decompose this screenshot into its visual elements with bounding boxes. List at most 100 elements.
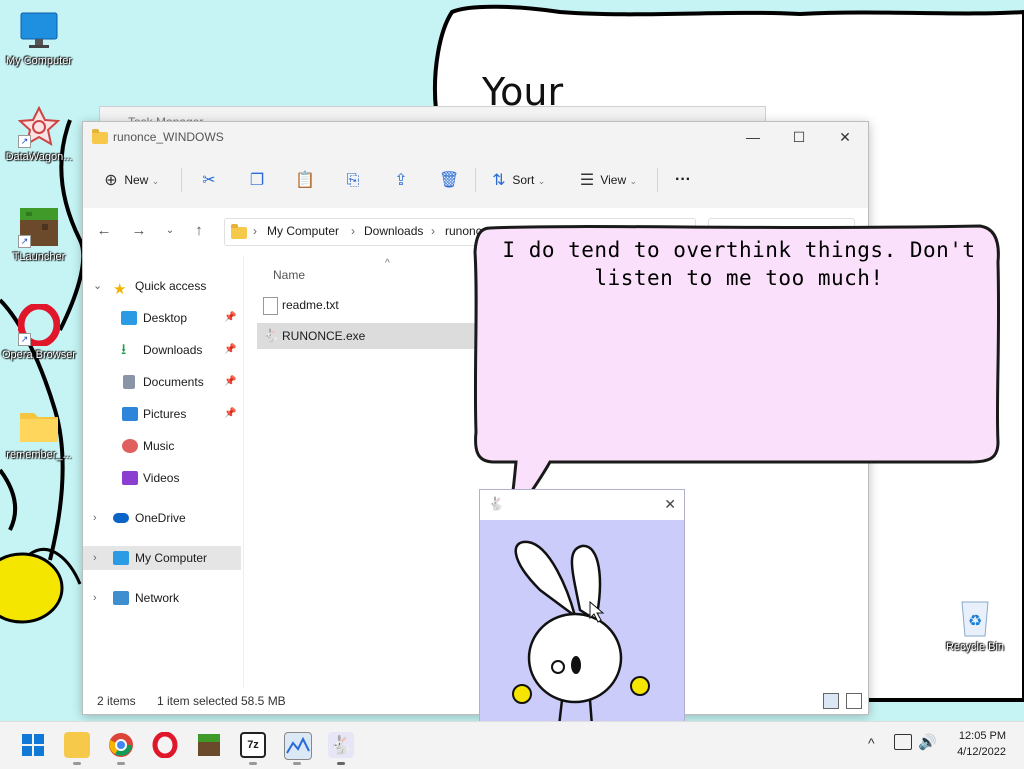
clock-time[interactable]: 12:05 PM — [959, 730, 1006, 742]
details-view-button[interactable] — [823, 693, 839, 709]
nav-item-pictures[interactable]: Pictures 📌 — [83, 402, 241, 426]
new-button[interactable]: ⊕ New ⌄ — [101, 166, 159, 194]
breadcrumb-separator: › — [431, 224, 435, 238]
nav-label: OneDrive — [135, 511, 186, 525]
chrome-taskbar-button[interactable] — [108, 732, 134, 758]
nav-label: Quick access — [135, 279, 207, 293]
file-name: readme.txt — [282, 298, 339, 312]
breadcrumb-separator: › — [351, 224, 355, 238]
star-icon: ★ — [113, 281, 127, 298]
chrome-icon — [109, 733, 133, 757]
file-item[interactable]: 🐇 RUNONCE.exe — [257, 323, 475, 349]
item-count: 2 items — [97, 694, 136, 708]
desktop-icon-label: TLauncher — [12, 251, 66, 263]
desktop-icon-datawagon[interactable]: ↗ DataWagon... — [1, 105, 77, 164]
monitor-icon — [113, 551, 129, 565]
tiles-view-button[interactable] — [846, 693, 862, 709]
view-button[interactable]: ☰ View ⌄ — [577, 166, 637, 194]
desktop-icon-label: remember_... — [6, 449, 72, 461]
selection-size: 58.5 MB — [241, 694, 286, 708]
desktop-icon-opera[interactable]: ↗ Opera Browser — [1, 302, 77, 362]
runonce-taskbar-button[interactable]: 🐇 — [328, 732, 354, 758]
delete-button[interactable]: 🗑 — [439, 166, 459, 194]
sort-button[interactable]: ⇅ Sort ⌄ — [489, 166, 545, 194]
plus-circle-icon: ⊕ — [104, 171, 118, 189]
cut-button[interactable]: ✂ — [199, 166, 219, 194]
chart-icon — [286, 736, 310, 754]
nav-item-quick-access[interactable]: ⌄ ★ Quick access — [83, 274, 241, 298]
maximize-button[interactable]: ☐ — [776, 122, 822, 152]
rename-button[interactable]: ⎘ — [343, 166, 363, 194]
rename-icon: ⎘ — [346, 171, 360, 189]
nav-item-my-computer[interactable]: › My Computer — [83, 546, 241, 570]
up-button[interactable]: ↑ — [188, 222, 210, 239]
network-icon — [113, 591, 129, 605]
runonce-bunny-window[interactable]: 🐇 ✕ — [479, 489, 685, 753]
breadcrumb-separator: › — [253, 224, 257, 238]
breadcrumb-item[interactable]: Downloads — [364, 224, 423, 238]
nav-item-music[interactable]: Music — [83, 434, 241, 458]
share-icon: ⇪ — [394, 171, 408, 189]
chevron-down-icon: ⌄ — [93, 280, 103, 292]
folder-icon — [92, 129, 108, 144]
video-icon — [122, 471, 138, 485]
pin-icon: 📌 — [224, 376, 237, 387]
music-note-icon — [122, 439, 138, 453]
forward-button[interactable]: → — [128, 222, 150, 239]
nav-label: Downloads — [143, 343, 203, 357]
clock-date[interactable]: 4/12/2022 — [957, 746, 1006, 758]
start-button[interactable] — [20, 732, 46, 758]
close-button[interactable]: ✕ — [822, 122, 868, 152]
window-title: runonce_WINDOWS — [113, 130, 224, 144]
datawagon-taskbar-button[interactable] — [284, 732, 312, 760]
file-explorer-taskbar-button[interactable] — [64, 732, 90, 758]
chevron-right-icon: › — [93, 552, 97, 564]
tlauncher-icon: ↗ — [18, 206, 60, 248]
copy-icon: ❐ — [249, 171, 265, 189]
running-indicator — [337, 762, 345, 765]
status-bar: 2 items 1 item selected 58.5 MB — [83, 688, 868, 714]
recent-locations-button[interactable]: ⌄ — [159, 225, 181, 236]
desktop-icon-tlauncher[interactable]: ↗ TLauncher — [1, 206, 77, 264]
nav-item-desktop[interactable]: Desktop 📌 — [83, 306, 241, 330]
opera-taskbar-button[interactable] — [152, 731, 178, 759]
running-indicator — [293, 762, 301, 765]
title-bar[interactable]: runonce_WINDOWS — ☐ ✕ — [83, 122, 868, 152]
running-indicator — [117, 762, 125, 765]
nav-item-onedrive[interactable]: › OneDrive — [83, 506, 241, 530]
copy-button[interactable]: ❐ — [247, 166, 267, 194]
minimize-button[interactable]: — — [730, 122, 776, 152]
paste-button[interactable]: 📋 — [295, 166, 315, 194]
nav-item-documents[interactable]: Documents 📌 — [83, 370, 241, 394]
nav-item-videos[interactable]: Videos — [83, 466, 241, 490]
file-item[interactable]: readme.txt — [257, 292, 475, 318]
7zip-taskbar-button[interactable]: 7z — [240, 732, 266, 758]
grass-block-icon — [198, 734, 220, 756]
close-button[interactable]: ✕ — [664, 496, 676, 513]
title-bar[interactable]: 🐇 ✕ — [480, 490, 684, 520]
nav-item-network[interactable]: › Network — [83, 586, 241, 610]
minecraft-taskbar-button[interactable] — [196, 732, 222, 758]
show-hidden-icons-button[interactable]: ^ — [868, 735, 875, 751]
more-options-button[interactable]: ··· — [675, 166, 691, 194]
desktop-icon-recycle-bin[interactable]: ♻ Recycle Bin — [937, 596, 1013, 654]
nav-item-downloads[interactable]: ⭳ Downloads 📌 — [83, 338, 241, 362]
windows-logo-icon — [22, 734, 44, 756]
view-label: View — [600, 173, 627, 187]
breadcrumb-item[interactable]: My Computer — [267, 224, 339, 238]
desktop-icon-label: My Computer — [5, 55, 73, 67]
nav-label: Documents — [143, 375, 204, 389]
back-button[interactable]: ← — [93, 222, 115, 239]
desktop-icon-remember-folder[interactable]: remember_... — [1, 404, 77, 462]
column-header-name[interactable]: Name — [273, 268, 305, 282]
bunny-app-icon: 🐇 — [263, 328, 280, 343]
folder-icon — [18, 404, 60, 446]
network-tray-icon[interactable] — [894, 734, 912, 750]
volume-icon[interactable]: 🔊 — [918, 733, 937, 751]
share-button[interactable]: ⇪ — [391, 166, 411, 194]
desktop-icon-my-computer[interactable]: My Computer — [1, 10, 77, 68]
desktop-icon-label: DataWagon... — [5, 151, 73, 163]
paste-icon: 📋 — [295, 171, 315, 189]
monitor-icon — [18, 10, 60, 52]
sort-ascending-icon: ^ — [385, 258, 390, 269]
